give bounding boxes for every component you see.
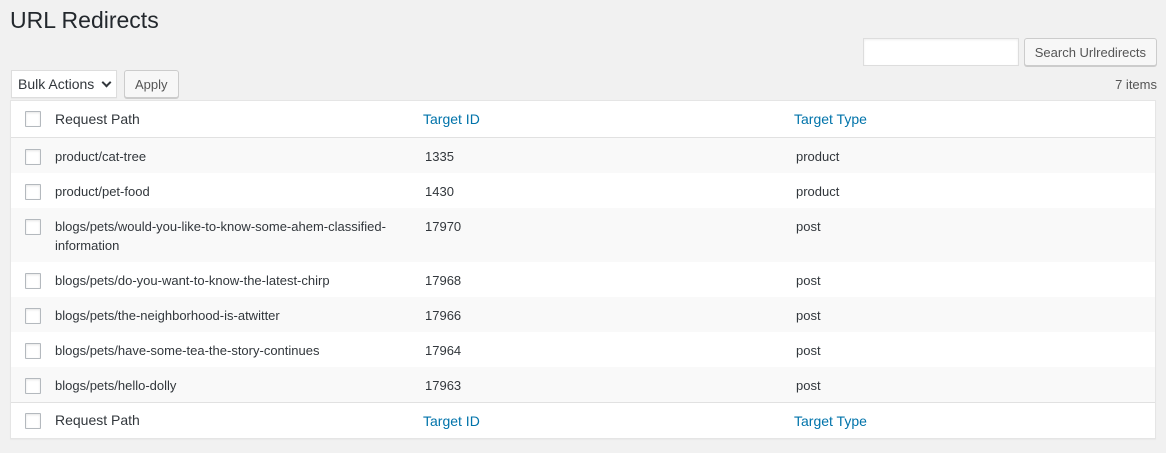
target-type-cell: product <box>796 149 840 164</box>
footer-column-request-path: Request Path <box>55 412 140 428</box>
request-path-cell: blogs/pets/the-neighborhood-is-atwitter <box>55 308 280 323</box>
row-checkbox[interactable] <box>25 308 41 324</box>
items-count: 7 items <box>1115 77 1157 92</box>
table-row: product/pet-food 1430 product <box>11 173 1155 208</box>
row-checkbox[interactable] <box>25 343 41 359</box>
request-path-cell: blogs/pets/have-some-tea-the-story-conti… <box>55 343 320 358</box>
bulk-actions-selected: Bulk Actions <box>18 76 95 92</box>
row-checkbox[interactable] <box>25 273 41 289</box>
request-path-cell: blogs/pets/hello-dolly <box>55 378 177 393</box>
target-id-cell: 1430 <box>425 184 454 199</box>
row-checkbox[interactable] <box>25 219 41 235</box>
target-type-cell: post <box>796 343 821 358</box>
row-checkbox[interactable] <box>25 378 41 394</box>
target-id-cell: 17964 <box>425 343 462 358</box>
table-footer: Request Path Target ID Target Type <box>11 402 1155 438</box>
column-target-id[interactable]: Target ID <box>423 111 794 127</box>
request-path-cell: product/pet-food <box>55 184 150 199</box>
row-checkbox[interactable] <box>25 149 41 165</box>
table-row: blogs/pets/do-you-want-to-know-the-lates… <box>11 262 1155 297</box>
footer-column-target-type[interactable]: Target Type <box>794 413 1155 429</box>
target-id-cell: 17970 <box>425 219 462 234</box>
column-target-type[interactable]: Target Type <box>794 111 1155 127</box>
target-type-cell: post <box>796 219 821 234</box>
row-checkbox[interactable] <box>25 184 41 200</box>
apply-button[interactable]: Apply <box>124 70 179 98</box>
redirects-table: Request Path Target ID Target Type produ… <box>10 100 1156 439</box>
select-all-checkbox-footer[interactable] <box>25 412 41 429</box>
select-all-checkbox[interactable] <box>25 111 41 127</box>
table-row: product/cat-tree 1335 product <box>11 138 1155 173</box>
bulk-actions-select[interactable]: Bulk Actions <box>11 70 117 98</box>
target-type-cell: post <box>796 273 821 288</box>
table-row: blogs/pets/the-neighborhood-is-atwitter 1… <box>11 297 1155 332</box>
chevron-down-icon <box>101 77 112 87</box>
search-button[interactable]: Search Urlredirects <box>1023 38 1157 66</box>
footer-column-target-id[interactable]: Target ID <box>423 413 794 429</box>
request-path-cell: product/cat-tree <box>55 149 147 164</box>
column-request-path: Request Path <box>55 110 140 127</box>
target-type-cell: product <box>796 184 840 199</box>
target-id-cell: 17968 <box>425 273 462 288</box>
table-header: Request Path Target ID Target Type <box>11 101 1155 138</box>
target-id-cell: 1335 <box>425 149 454 164</box>
request-path-cell: blogs/pets/would-you-like-to-know-some-a… <box>55 219 386 253</box>
table-row: blogs/pets/have-some-tea-the-story-conti… <box>11 332 1155 367</box>
table-row: blogs/pets/hello-dolly 17963 post <box>11 367 1155 402</box>
search-input[interactable] <box>862 38 1019 66</box>
search-box: Search Urlredirects <box>862 38 1157 66</box>
bulk-actions-bar: Bulk Actions Apply <box>11 70 179 98</box>
target-type-cell: post <box>796 308 821 323</box>
table-row: blogs/pets/would-you-like-to-know-some-a… <box>11 208 1155 262</box>
target-id-cell: 17963 <box>425 378 462 393</box>
request-path-cell: blogs/pets/do-you-want-to-know-the-lates… <box>55 273 330 288</box>
target-type-cell: post <box>796 378 821 393</box>
target-id-cell: 17966 <box>425 308 462 323</box>
page-title: URL Redirects <box>10 7 159 33</box>
